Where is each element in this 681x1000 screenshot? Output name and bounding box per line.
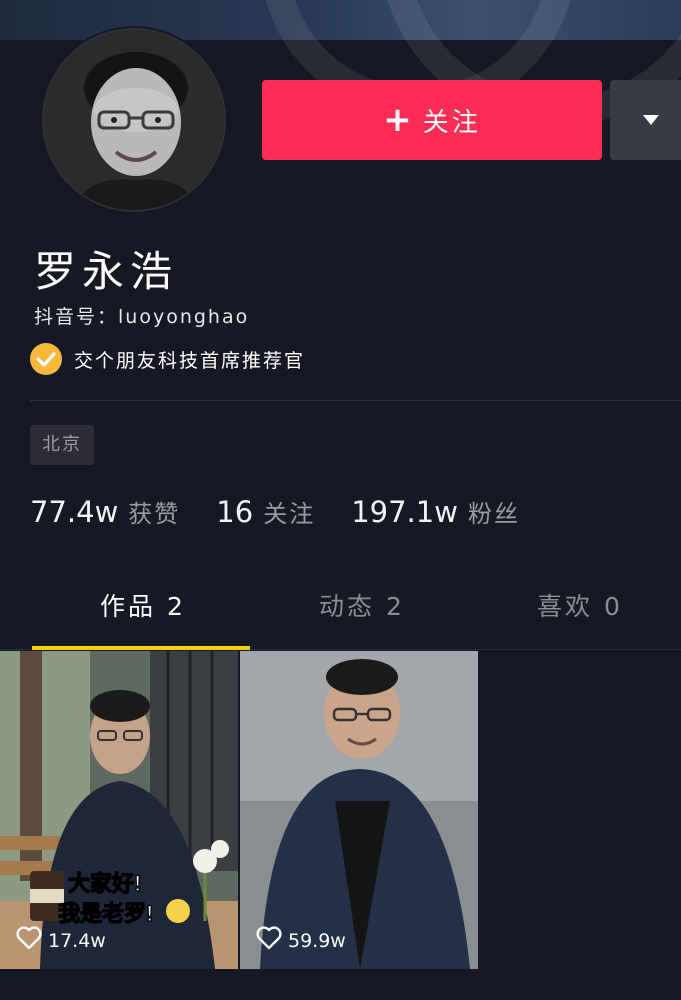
more-options-button[interactable] <box>610 80 681 160</box>
plus-icon: + <box>383 100 415 140</box>
avatar[interactable] <box>42 28 226 212</box>
video-thumbnail-image <box>240 651 478 969</box>
tab-moments[interactable]: 动态 2 <box>319 587 405 623</box>
svg-text:我是老罗!: 我是老罗! <box>58 901 153 926</box>
stat-following[interactable]: 16 关注 <box>216 494 315 529</box>
stat-value: 77.4w <box>30 495 119 529</box>
bottom-spacer <box>0 970 681 1000</box>
verification-row: 交个朋友科技首席推荐官 <box>30 343 305 375</box>
likes-count: 17.4w <box>48 929 106 952</box>
video-likes: 17.4w <box>16 926 106 955</box>
svg-text:大家好!: 大家好! <box>68 871 141 896</box>
verification-text: 交个朋友科技首席推荐官 <box>74 349 306 372</box>
stat-label: 粉丝 <box>467 500 520 528</box>
stat-followers[interactable]: 197.1w 粉丝 <box>351 494 520 529</box>
heart-icon <box>16 926 48 955</box>
video-grid: 大家好! 我是老罗! 17.4w 59.9w <box>0 651 681 971</box>
stat-value: 197.1w <box>351 495 458 529</box>
profile-name: 罗永浩 <box>34 247 179 296</box>
tab-indicator <box>32 646 250 650</box>
location-tag: 北京 <box>30 425 94 465</box>
caret-down-icon <box>642 111 660 130</box>
video-thumbnail[interactable]: 59.9w <box>240 651 478 969</box>
stat-likes: 77.4w 获赞 <box>30 494 180 529</box>
video-thumbnail-image: 大家好! 我是老罗! <box>0 651 238 969</box>
avatar-frame <box>40 26 228 214</box>
divider <box>30 400 681 401</box>
stat-value: 16 <box>216 495 254 529</box>
account-id: 抖音号：luoyonghao <box>34 306 250 328</box>
stats-row: 77.4w 获赞 16 关注 197.1w 粉丝 <box>30 494 556 529</box>
tab-likes[interactable]: 喜欢 0 <box>537 587 623 623</box>
content-tabs: 作品 2 动态 2 喜欢 0 <box>0 565 681 650</box>
likes-count: 59.9w <box>288 929 346 952</box>
stat-label: 获赞 <box>128 500 181 528</box>
stat-label: 关注 <box>263 500 316 528</box>
tab-works[interactable]: 作品 2 <box>100 587 186 623</box>
verified-check-icon <box>30 343 62 375</box>
follow-label: 关注 <box>422 107 481 138</box>
profile-screen: + 关注 罗永浩 抖音号：luoyonghao 交个朋友科技首席推荐官 北京 7… <box>0 0 681 1000</box>
video-thumbnail[interactable]: 大家好! 我是老罗! 17.4w <box>0 651 238 969</box>
heart-icon <box>256 926 288 955</box>
follow-button[interactable]: + 关注 <box>262 80 602 160</box>
video-likes: 59.9w <box>256 926 346 955</box>
